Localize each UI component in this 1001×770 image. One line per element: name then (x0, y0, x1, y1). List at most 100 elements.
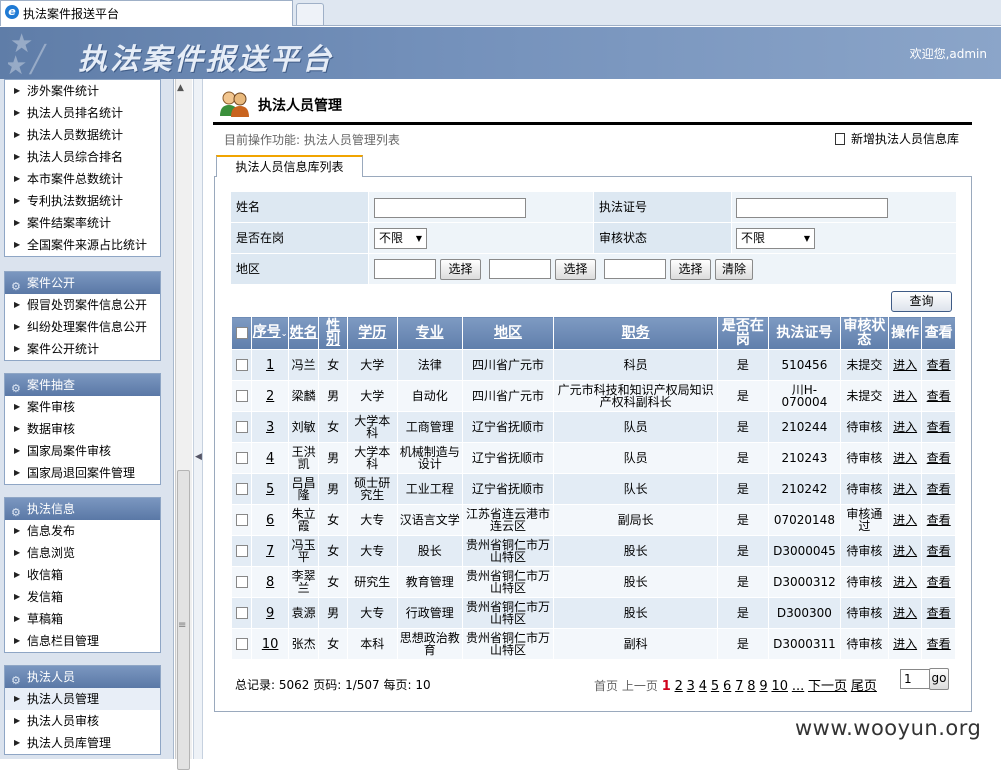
row-index-link[interactable]: 9 (251, 597, 289, 629)
row-checkbox[interactable] (235, 545, 248, 558)
sidebar-item-active[interactable]: ▶ 执法人员管理 (5, 688, 160, 710)
row-checkbox[interactable] (235, 483, 248, 496)
sidebar-item[interactable]: ▶ 执法人员库管理 (5, 732, 160, 754)
go-button[interactable]: go (929, 668, 949, 690)
view-link[interactable]: 查看 (921, 535, 956, 567)
col-header-index[interactable]: 序号⌄ (251, 316, 289, 350)
row-index-link[interactable]: 6 (251, 504, 289, 536)
page-link[interactable]: 4 (699, 679, 707, 694)
sidebar-item[interactable]: ▶ 信息浏览 (5, 542, 160, 564)
choose-district-button[interactable]: 选择 (670, 259, 711, 280)
scroll-up-icon[interactable]: ▲ (177, 83, 184, 93)
enter-link[interactable]: 进入 (887, 535, 923, 567)
sidebar-item[interactable]: ▶ 国家局案件审核 (5, 440, 160, 462)
status-select[interactable]: 不限 ▼ (736, 228, 815, 249)
row-select-cell[interactable] (230, 566, 253, 598)
more-pages-link[interactable]: ... (792, 679, 804, 694)
view-link[interactable]: 查看 (921, 380, 956, 412)
sidebar-item[interactable]: ▶ 收信箱 (5, 564, 160, 586)
cert-number-input[interactable] (736, 198, 888, 218)
sidebar-item[interactable]: ▶ 信息栏目管理 (5, 630, 160, 652)
row-checkbox[interactable] (235, 576, 248, 589)
view-link[interactable]: 查看 (921, 628, 956, 660)
row-checkbox[interactable] (235, 421, 248, 434)
row-checkbox[interactable] (235, 638, 248, 651)
enter-link[interactable]: 进入 (887, 628, 923, 660)
page-link[interactable]: 6 (723, 679, 731, 694)
page-link[interactable]: 9 (759, 679, 767, 694)
view-link[interactable]: 查看 (921, 504, 956, 536)
row-select-cell[interactable] (230, 380, 253, 412)
choose-city-button[interactable]: 选择 (555, 259, 596, 280)
prev-page-link[interactable]: 上一页 (622, 679, 658, 693)
row-checkbox[interactable] (235, 390, 248, 403)
sidebar-item[interactable]: ▶ 执法人员排名统计 (5, 102, 160, 124)
sidebar-item[interactable]: ▶ 案件审核 (5, 396, 160, 418)
sidebar-item[interactable]: ▶ 执法人员综合排名 (5, 146, 160, 168)
city-input[interactable] (489, 259, 551, 279)
row-select-cell[interactable] (230, 411, 253, 443)
sidebar-item[interactable]: ▶ 纠纷处理案件信息公开 (5, 316, 160, 338)
tab-staff-list[interactable]: 执法人员信息库列表 (216, 155, 363, 177)
sidebar-item[interactable]: ▶ 案件公开统计 (5, 338, 160, 360)
view-link[interactable]: 查看 (921, 473, 956, 505)
row-select-cell[interactable] (230, 473, 253, 505)
page-link[interactable]: 3 (687, 679, 695, 694)
district-input[interactable] (604, 259, 666, 279)
sidebar-item[interactable]: ▶ 本市案件总数统计 (5, 168, 160, 190)
collapse-left-icon[interactable]: ◀ (195, 452, 202, 462)
enter-link[interactable]: 进入 (887, 349, 923, 381)
row-index-link[interactable]: 4 (251, 442, 289, 474)
page-link[interactable]: 10 (771, 679, 788, 694)
row-index-link[interactable]: 8 (251, 566, 289, 598)
sidebar-item[interactable]: ▶ 全国案件来源占比统计 (5, 234, 160, 256)
choose-province-button[interactable]: 选择 (440, 259, 481, 280)
sidebar-item[interactable]: ▶ 草稿箱 (5, 608, 160, 630)
view-link[interactable]: 查看 (921, 349, 956, 381)
new-tab-button[interactable] (296, 3, 324, 25)
col-header-region[interactable]: 地区 (461, 316, 555, 350)
name-input[interactable] (374, 198, 526, 218)
sidebar-item[interactable]: ▶ 执法人员数据统计 (5, 124, 160, 146)
select-all-header[interactable] (230, 316, 253, 350)
page-link[interactable]: 2 (675, 679, 683, 694)
row-checkbox[interactable] (235, 452, 248, 465)
select-all-checkbox[interactable] (235, 327, 248, 339)
row-select-cell[interactable] (230, 349, 253, 381)
col-header-major[interactable]: 专业 (396, 316, 463, 350)
col-header-name[interactable]: 姓名 (287, 316, 320, 350)
add-staff-link[interactable]: 新增执法人员信息库 (835, 130, 959, 147)
enter-link[interactable]: 进入 (887, 473, 923, 505)
col-header-gender[interactable]: 性别 (318, 316, 348, 350)
row-index-link[interactable]: 7 (251, 535, 289, 567)
query-button[interactable]: 查询 (891, 291, 952, 312)
enter-link[interactable]: 进入 (887, 504, 923, 536)
enter-link[interactable]: 进入 (887, 411, 923, 443)
row-select-cell[interactable] (230, 442, 253, 474)
sidebar-item[interactable]: ▶ 专利执法数据统计 (5, 190, 160, 212)
col-header-education[interactable]: 学历 (346, 316, 398, 350)
row-index-link[interactable]: 2 (251, 380, 289, 412)
clear-button[interactable]: 清除 (715, 259, 753, 280)
enter-link[interactable]: 进入 (887, 597, 923, 629)
row-select-cell[interactable] (230, 535, 253, 567)
row-select-cell[interactable] (230, 597, 253, 629)
sidebar-item[interactable]: ▶ 案件结案率统计 (5, 212, 160, 234)
sidebar-item[interactable]: ▶ 国家局退回案件管理 (5, 462, 160, 484)
view-link[interactable]: 查看 (921, 442, 956, 474)
sidebar-item[interactable]: ▶ 涉外案件统计 (5, 80, 160, 102)
frame-splitter[interactable] (193, 79, 203, 759)
row-checkbox[interactable] (235, 607, 248, 620)
view-link[interactable]: 查看 (921, 566, 956, 598)
sidebar-group-title[interactable]: ⚙ 执法人员 (5, 666, 160, 688)
enter-link[interactable]: 进入 (887, 380, 923, 412)
page-number-input[interactable]: 1 (900, 669, 930, 689)
page-link[interactable]: 7 (735, 679, 743, 694)
sidebar-item[interactable]: ▶ 发信箱 (5, 586, 160, 608)
province-input[interactable] (374, 259, 436, 279)
sidebar-item[interactable]: ▶ 信息发布 (5, 520, 160, 542)
row-index-link[interactable]: 10 (251, 628, 289, 660)
sidebar-group-title[interactable]: ⚙ 案件抽查 (5, 374, 160, 396)
view-link[interactable]: 查看 (921, 597, 956, 629)
row-index-link[interactable]: 5 (251, 473, 289, 505)
